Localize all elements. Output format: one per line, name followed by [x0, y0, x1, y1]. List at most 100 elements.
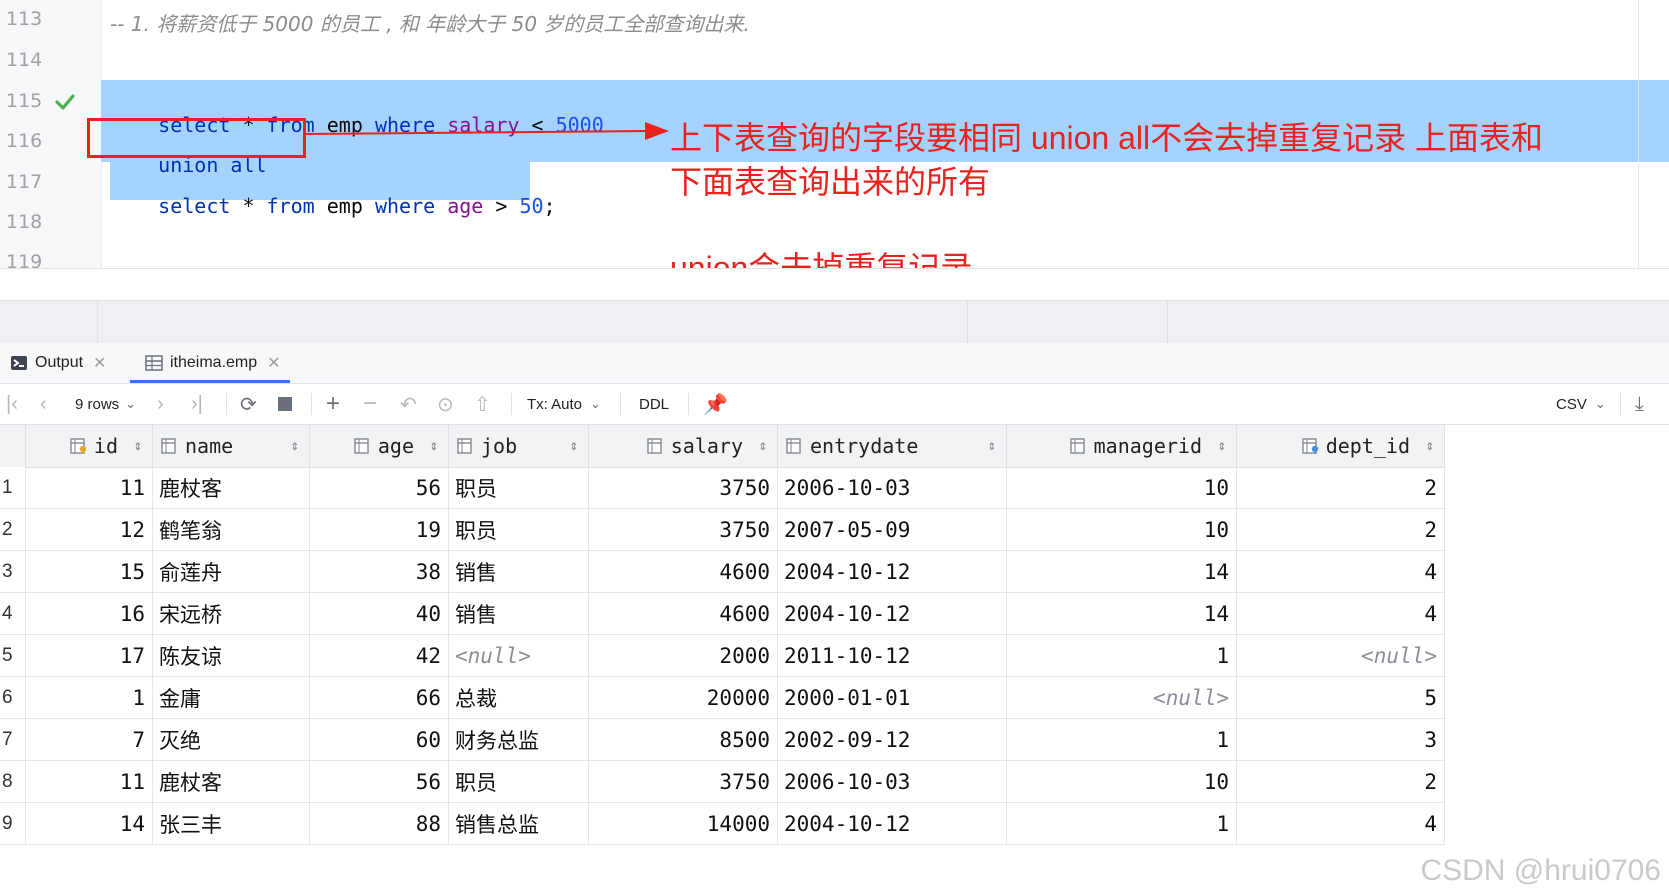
cell-age[interactable]: 42 — [310, 635, 449, 677]
cell-id[interactable]: 14 — [26, 803, 153, 845]
sort-icon[interactable]: ⇕ — [759, 438, 767, 454]
last-page-icon[interactable]: ›| — [191, 384, 203, 424]
close-icon[interactable]: ✕ — [267, 353, 280, 373]
cell-salary[interactable]: 4600 — [589, 551, 778, 593]
row-number[interactable]: 1 — [0, 467, 26, 509]
tab-itheima-emp[interactable]: itheima.emp ✕ — [145, 343, 281, 383]
cell-entrydate[interactable]: 2011-10-12 — [778, 635, 1007, 677]
cell-name[interactable]: 陈友谅 — [153, 635, 310, 677]
row-number[interactable]: 8 — [0, 761, 26, 803]
cell-managerid[interactable]: 1 — [1007, 719, 1237, 761]
cell-managerid[interactable]: 10 — [1007, 761, 1237, 803]
cell-age[interactable]: 56 — [310, 467, 449, 509]
cell-entrydate[interactable]: 2007-05-09 — [778, 509, 1007, 551]
column-header-name[interactable]: name ⇕ — [153, 425, 310, 467]
column-header-age[interactable]: age ⇕ — [310, 425, 449, 467]
cell-job[interactable]: 职员 — [449, 509, 589, 551]
cell-job[interactable]: 总裁 — [449, 677, 589, 719]
reload-icon[interactable]: ⟳ — [240, 384, 257, 424]
stop-icon[interactable] — [278, 384, 292, 424]
cell-dept_id[interactable]: 2 — [1237, 509, 1445, 551]
cell-salary[interactable]: 3750 — [589, 509, 778, 551]
cell-name[interactable]: 鹿杖客 — [153, 761, 310, 803]
code-line-comment[interactable]: -- 1. 将薪资低于 5000 的员工 , 和 年龄大于 50 岁的员工全部查… — [110, 8, 750, 37]
cell-age[interactable]: 19 — [310, 509, 449, 551]
cell-job[interactable]: 职员 — [449, 467, 589, 509]
cell-managerid[interactable]: 1 — [1007, 635, 1237, 677]
column-header-job[interactable]: job ⇕ — [449, 425, 589, 467]
table-row[interactable]: 6 1 金庸 66 总裁 20000 2000-01-01 <null> 5 — [0, 677, 1445, 719]
row-number[interactable]: 3 — [0, 551, 26, 593]
cell-age[interactable]: 60 — [310, 719, 449, 761]
cell-id[interactable]: 1 — [26, 677, 153, 719]
sql-editor[interactable]: 113 114 115 116 117 118 119 -- 1. 将薪资低于 … — [0, 0, 1669, 269]
tab-output[interactable]: Output ✕ — [10, 343, 106, 383]
cell-managerid[interactable]: 1 — [1007, 803, 1237, 845]
cell-managerid[interactable]: 10 — [1007, 467, 1237, 509]
cell-entrydate[interactable]: 2004-10-12 — [778, 551, 1007, 593]
submit-icon[interactable]: ⇧ — [474, 384, 491, 424]
cell-job[interactable]: 销售总监 — [449, 803, 589, 845]
cell-age[interactable]: 56 — [310, 761, 449, 803]
cell-dept_id[interactable]: 2 — [1237, 467, 1445, 509]
cell-id[interactable]: 17 — [26, 635, 153, 677]
add-row-icon[interactable]: + — [326, 384, 340, 424]
column-header-managerid[interactable]: managerid ⇕ — [1007, 425, 1237, 467]
cell-entrydate[interactable]: 2004-10-12 — [778, 593, 1007, 635]
table-row[interactable]: 3 15 俞莲舟 38 销售 4600 2004-10-12 14 4 — [0, 551, 1445, 593]
cell-salary[interactable]: 4600 — [589, 593, 778, 635]
preview-changes-icon[interactable]: ⊙ — [437, 384, 454, 424]
cell-job[interactable]: 财务总监 — [449, 719, 589, 761]
column-header-dept_id[interactable]: dept_id ⇕ — [1237, 425, 1445, 467]
cell-dept_id[interactable]: 4 — [1237, 551, 1445, 593]
delete-row-icon[interactable]: − — [363, 384, 377, 424]
row-number[interactable]: 5 — [0, 635, 26, 677]
panel-divider[interactable] — [0, 300, 1669, 344]
cell-salary[interactable]: 2000 — [589, 635, 778, 677]
cell-id[interactable]: 16 — [26, 593, 153, 635]
sort-icon[interactable]: ⇕ — [570, 438, 578, 454]
row-number[interactable]: 6 — [0, 677, 26, 719]
cell-job[interactable]: 销售 — [449, 551, 589, 593]
cell-entrydate[interactable]: 2000-01-01 — [778, 677, 1007, 719]
cell-name[interactable]: 宋远桥 — [153, 593, 310, 635]
row-number[interactable]: 7 — [0, 719, 26, 761]
cell-dept_id[interactable]: 4 — [1237, 593, 1445, 635]
table-row[interactable]: 2 12 鹤笔翁 19 职员 3750 2007-05-09 10 2 — [0, 509, 1445, 551]
cell-managerid[interactable]: 10 — [1007, 509, 1237, 551]
cell-entrydate[interactable]: 2006-10-03 — [778, 761, 1007, 803]
cell-job[interactable]: 职员 — [449, 761, 589, 803]
cell-name[interactable]: 张三丰 — [153, 803, 310, 845]
cell-age[interactable]: 40 — [310, 593, 449, 635]
cell-id[interactable]: 15 — [26, 551, 153, 593]
table-row[interactable]: 1 11 鹿杖客 56 职员 3750 2006-10-03 10 2 — [0, 467, 1445, 509]
cell-dept_id[interactable]: 5 — [1237, 677, 1445, 719]
cell-entrydate[interactable]: 2006-10-03 — [778, 467, 1007, 509]
table-row[interactable]: 5 17 陈友谅 42 <null> 2000 2011-10-12 1 <null> — [0, 635, 1445, 677]
cell-salary[interactable]: 8500 — [589, 719, 778, 761]
cell-id[interactable]: 7 — [26, 719, 153, 761]
row-number[interactable]: 4 — [0, 593, 26, 635]
column-header-salary[interactable]: salary ⇕ — [589, 425, 778, 467]
sort-icon[interactable]: ⇕ — [1218, 438, 1226, 454]
row-number[interactable]: 2 — [0, 509, 26, 551]
statement-ok-check-icon[interactable] — [54, 91, 76, 113]
sort-icon[interactable]: ⇕ — [1426, 438, 1434, 454]
cell-name[interactable]: 鹿杖客 — [153, 467, 310, 509]
cell-entrydate[interactable]: 2002-09-12 — [778, 719, 1007, 761]
previous-page-icon[interactable]: ‹ — [40, 384, 47, 424]
cell-age[interactable]: 66 — [310, 677, 449, 719]
revert-icon[interactable]: ↶ — [400, 384, 417, 424]
ddl-button[interactable]: DDL — [639, 384, 669, 424]
rows-count-dropdown[interactable]: 9 rows ⌄ — [75, 384, 136, 424]
cell-salary[interactable]: 14000 — [589, 803, 778, 845]
sort-icon[interactable]: ⇕ — [988, 438, 996, 454]
row-number[interactable]: 9 — [0, 803, 26, 845]
cell-name[interactable]: 灭绝 — [153, 719, 310, 761]
table-row[interactable]: 8 11 鹿杖客 56 职员 3750 2006-10-03 10 2 — [0, 761, 1445, 803]
cell-salary[interactable]: 3750 — [589, 467, 778, 509]
code-line-select-age[interactable]: select * from emp where age > 50; — [110, 170, 555, 242]
row-number-header[interactable] — [0, 425, 26, 467]
cell-salary[interactable]: 3750 — [589, 761, 778, 803]
cell-managerid[interactable]: 14 — [1007, 593, 1237, 635]
